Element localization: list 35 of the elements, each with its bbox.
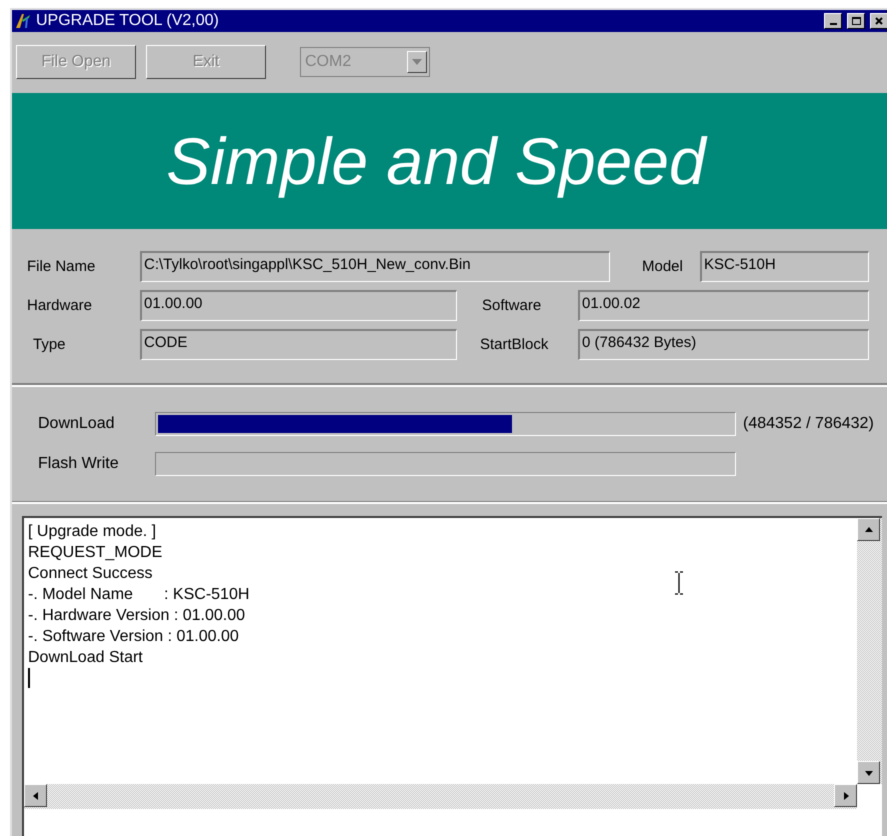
readonly-field: 01.00.00 (140, 290, 457, 322)
vertical-scrollbar[interactable] (857, 518, 882, 784)
field-label: Type (33, 335, 66, 356)
log-line: [ Upgrade mode. ] (28, 522, 156, 542)
app-icon (14, 12, 32, 30)
close-button[interactable] (870, 12, 887, 29)
maximize-icon (852, 16, 860, 25)
readonly-field: 01.00.02 (578, 290, 869, 322)
progress-label: Flash Write (38, 454, 120, 474)
log-line: Connect Success (28, 564, 153, 584)
field-label: StartBlock (480, 335, 548, 356)
horizontal-scrollbar[interactable] (24, 784, 857, 809)
log-line: -. Model Name : KSC-510H (28, 585, 250, 605)
progress-reading: (484352 / 786432) (743, 414, 874, 434)
readonly-field: 0 (786432 Bytes) (578, 329, 869, 360)
maximize-button[interactable] (847, 12, 865, 29)
log-textarea[interactable]: [ Upgrade mode. ] REQUEST_MODE Connect Success -. Model Name : KSC-510H -. Hardware Version : 01.00.00 -. Software Version : 01.00.00 DownLoad Start (22, 516, 882, 836)
field-label: Hardware (27, 296, 92, 316)
text-cursor-icon (674, 571, 684, 595)
log-line: -. Hardware Version : 01.00.00 (28, 606, 246, 626)
text-caret (28, 668, 30, 688)
field-label: Model (642, 257, 683, 278)
readonly-field: C:\Tylko\root\singappl\KSC_510H_New_conv.Bin (140, 251, 610, 282)
readonly-field: KSC-510H (700, 251, 869, 282)
close-icon (875, 16, 883, 25)
log-line: -. Software Version : 01.00.00 (28, 627, 239, 647)
window-title: UPGRADE TOOL (V2,00) (36, 12, 219, 29)
field-label: File Name (27, 257, 96, 278)
log-line: DownLoad Start (28, 648, 143, 668)
field-label: Software (482, 296, 542, 316)
readonly-field: CODE (140, 329, 457, 360)
minimize-button[interactable] (824, 12, 842, 29)
minimize-icon (830, 23, 836, 26)
progress-label: DownLoad (38, 414, 116, 434)
log-line: REQUEST_MODE (28, 543, 162, 563)
